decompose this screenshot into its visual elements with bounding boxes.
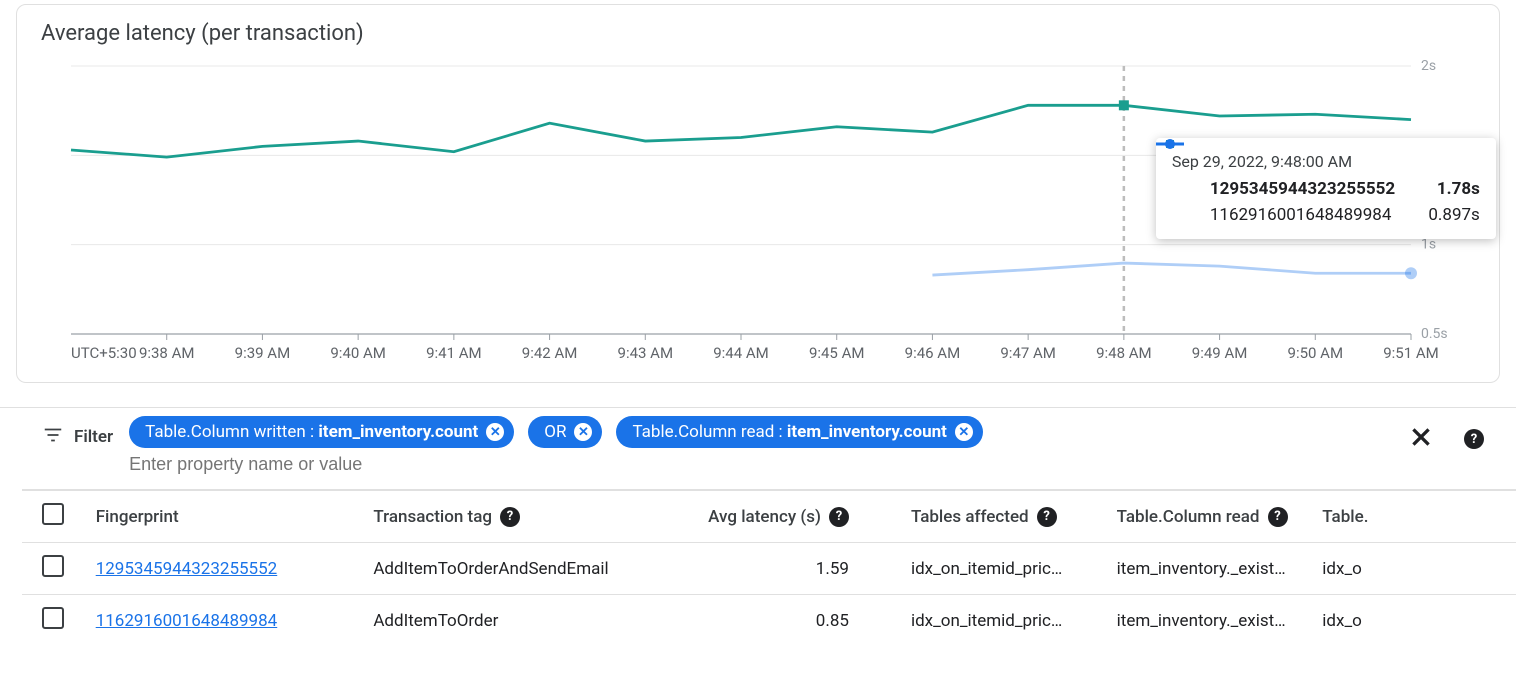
tooltip-series-value: 1.78s	[1437, 179, 1480, 199]
svg-text:9:46 AM: 9:46 AM	[905, 344, 961, 362]
tooltip-row: 1295345944323255552 1.78s	[1172, 179, 1480, 199]
filter-chips: Table.Column written : item_inventory.co…	[129, 416, 1392, 448]
row-checkbox[interactable]	[42, 607, 64, 629]
svg-text:9:47 AM: 9:47 AM	[1000, 344, 1056, 362]
svg-text:9:39 AM: 9:39 AM	[235, 344, 291, 362]
chart-tooltip: Sep 29, 2022, 9:48:00 AM 129534594432325…	[1156, 138, 1496, 239]
cell-tables-affected: idx_on_itemid_pric…	[899, 595, 1105, 647]
filter-chip-or[interactable]: OR ✕	[528, 416, 602, 448]
chip-value: item_inventory.count	[318, 422, 478, 442]
svg-text:9:50 AM: 9:50 AM	[1288, 344, 1344, 362]
chart-title: Average latency (per transaction)	[41, 21, 1479, 46]
row-checkbox[interactable]	[42, 555, 64, 577]
help-icon[interactable]: ?	[1268, 507, 1288, 527]
svg-text:1s: 1s	[1421, 237, 1436, 253]
col-header-tables-affected[interactable]: Tables affected	[911, 507, 1029, 527]
chip-or-label: OR	[544, 422, 566, 442]
cell-avg-latency: 0.85	[690, 595, 899, 647]
filter-label: Filter	[74, 427, 113, 447]
svg-text:9:38 AM: 9:38 AM	[139, 344, 195, 362]
cell-table-column-written: idx_o	[1310, 595, 1516, 647]
clear-filters-button[interactable]	[1408, 424, 1434, 454]
col-header-table-column-written[interactable]: Table.	[1310, 490, 1516, 543]
filter-chip[interactable]: Table.Column written : item_inventory.co…	[129, 416, 514, 448]
col-header-avg-latency[interactable]: Avg latency (s)	[708, 507, 821, 527]
svg-text:9:48 AM: 9:48 AM	[1096, 344, 1152, 362]
svg-text:2s: 2s	[1421, 58, 1436, 74]
cell-table-column-read: item_inventory._exist…	[1105, 595, 1311, 647]
col-header-fingerprint[interactable]: Fingerprint	[84, 490, 362, 543]
svg-text:0.5s: 0.5s	[1421, 326, 1448, 342]
tooltip-series-label: 1162916001648489984	[1210, 205, 1419, 225]
filter-help-icon[interactable]: ?	[1464, 429, 1484, 449]
help-icon[interactable]: ?	[829, 507, 849, 527]
chart-area[interactable]: 0.5s1s1.5s2sUTC+5:309:38 AM9:39 AM9:40 A…	[41, 54, 1479, 374]
tooltip-row: 1162916001648489984 0.897s	[1172, 205, 1480, 225]
cell-transaction-tag: AddItemToOrder	[361, 595, 690, 647]
svg-text:UTC+5:30: UTC+5:30	[71, 344, 137, 362]
svg-text:9:40 AM: 9:40 AM	[330, 344, 386, 362]
fingerprint-link[interactable]: 1295345944323255552	[96, 559, 278, 579]
fingerprint-link[interactable]: 1162916001648489984	[96, 611, 278, 631]
filter-input[interactable]	[129, 448, 1392, 477]
svg-text:9:44 AM: 9:44 AM	[713, 344, 769, 362]
tooltip-series-value: 0.897s	[1428, 205, 1479, 225]
cell-avg-latency: 1.59	[690, 543, 899, 595]
table-row: 1162916001648489984 AddItemToOrder 0.85 …	[22, 595, 1516, 647]
filter-icon	[42, 424, 64, 450]
filter-icon-label: Filter	[42, 416, 113, 450]
transactions-table: Fingerprint Transaction tag? Avg latency…	[22, 489, 1516, 646]
tooltip-timestamp: Sep 29, 2022, 9:48:00 AM	[1172, 152, 1480, 171]
cell-transaction-tag: AddItemToOrderAndSendEmail	[361, 543, 690, 595]
chip-remove-icon[interactable]: ✕	[486, 423, 504, 441]
filter-chip[interactable]: Table.Column read : item_inventory.count…	[616, 416, 982, 448]
chip-prefix: Table.Column written :	[145, 422, 318, 442]
col-header-table-column-read[interactable]: Table.Column read	[1117, 507, 1260, 527]
svg-text:9:42 AM: 9:42 AM	[522, 344, 578, 362]
col-header-transaction-tag[interactable]: Transaction tag	[373, 507, 492, 527]
svg-text:9:49 AM: 9:49 AM	[1192, 344, 1248, 362]
tooltip-series-label: 1295345944323255552	[1210, 179, 1427, 199]
cell-tables-affected: idx_on_itemid_pric…	[899, 543, 1105, 595]
select-all-checkbox[interactable]	[42, 503, 64, 525]
svg-text:9:45 AM: 9:45 AM	[809, 344, 865, 362]
latency-chart-card: Average latency (per transaction) 0.5s 1s…	[16, 4, 1500, 383]
help-icon[interactable]: ?	[1037, 507, 1057, 527]
filter-bar: Filter Table.Column written : item_inven…	[0, 407, 1516, 477]
cell-table-column-written: idx_o	[1310, 543, 1516, 595]
chip-value: item_inventory.count	[787, 422, 947, 442]
chip-remove-icon[interactable]: ✕	[574, 423, 592, 441]
chip-remove-icon[interactable]: ✕	[955, 423, 973, 441]
help-icon[interactable]: ?	[500, 507, 520, 527]
svg-text:9:41 AM: 9:41 AM	[426, 344, 482, 362]
chip-prefix: Table.Column read :	[632, 422, 786, 442]
table-row: 1295345944323255552 AddItemToOrderAndSen…	[22, 543, 1516, 595]
svg-text:9:43 AM: 9:43 AM	[618, 344, 674, 362]
cell-table-column-read: item_inventory._exist…	[1105, 543, 1311, 595]
svg-text:9:51 AM: 9:51 AM	[1383, 344, 1439, 362]
